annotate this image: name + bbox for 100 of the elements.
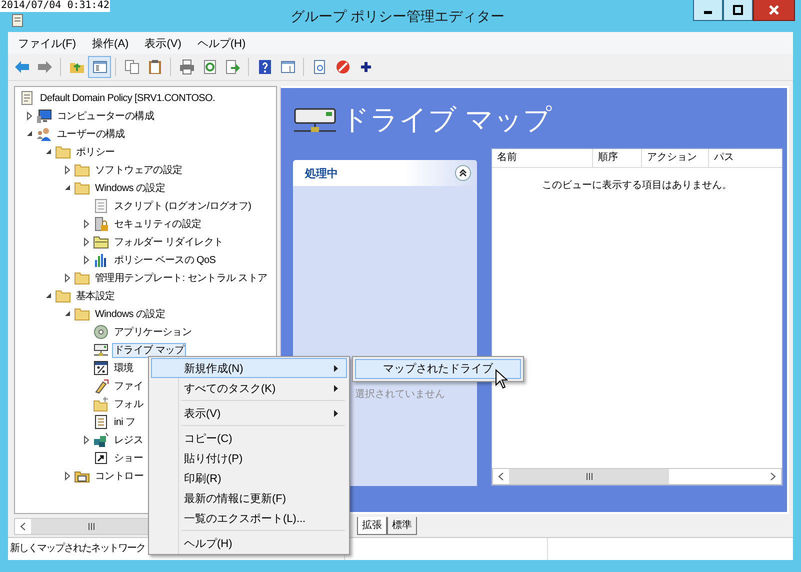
tree-item[interactable]: フォル: [112, 396, 146, 412]
tree-item[interactable]: 基本設定: [74, 288, 117, 304]
menu-item[interactable]: 表示(V): [136, 34, 190, 52]
document-icon: [93, 414, 109, 430]
expand-arrow-icon[interactable]: [62, 165, 72, 175]
expand-arrow-icon[interactable]: [24, 111, 34, 121]
tree-item[interactable]: フォルダー リダイレクト: [112, 234, 226, 250]
tree-item[interactable]: コンピューターの構成: [55, 108, 156, 124]
tree-item[interactable]: Windows の設定: [93, 180, 168, 196]
tree-item[interactable]: ドライブ マップ: [112, 342, 186, 358]
tree-item[interactable]: 管理用テンプレート: セントラル ストア: [93, 270, 270, 286]
tree-item[interactable]: ポリシー: [74, 144, 117, 160]
collapse-arrow-icon[interactable]: [44, 147, 52, 157]
view-tab[interactable]: 拡張: [357, 517, 387, 535]
pane-icon: [92, 59, 108, 75]
refresh-icon: [202, 59, 218, 75]
folder-icon: [74, 306, 90, 322]
tree-item[interactable]: ソフトウェアの設定: [93, 162, 184, 178]
tree-item[interactable]: レジス: [112, 432, 146, 448]
tree-item[interactable]: ini フ: [112, 414, 138, 430]
tree-item[interactable]: 環境: [112, 360, 136, 376]
horizontal-scrollbar[interactable]: [492, 468, 782, 485]
status-message: 選択されていません: [355, 388, 446, 401]
drive-icon: [93, 342, 109, 358]
task-pane-title: 処理中: [305, 166, 338, 180]
expand-arrow-icon[interactable]: [82, 255, 90, 265]
expand-arrow-icon[interactable]: [62, 471, 72, 481]
menu-item[interactable]: ファイル(F): [10, 34, 84, 52]
document-icon: [312, 59, 328, 75]
tree-item[interactable]: アプリケーション: [112, 324, 194, 340]
column-header[interactable]: 順序: [593, 149, 642, 167]
submenu-arrow-icon: [334, 384, 338, 392]
column-header[interactable]: 名前: [492, 149, 593, 167]
expand-arrow-icon[interactable]: [82, 237, 90, 247]
scroll-icon: [19, 90, 35, 106]
percent-icon: [93, 360, 109, 376]
column-header[interactable]: パス: [709, 149, 782, 167]
collapse-arrow-icon[interactable]: [62, 309, 72, 319]
stop-icon: [334, 59, 350, 75]
disc-icon: [93, 324, 109, 340]
mouse-cursor-icon: [495, 369, 508, 389]
menu-item[interactable]: すべてのタスク(K): [151, 378, 347, 398]
column-header[interactable]: アクション: [642, 149, 709, 167]
collapse-button[interactable]: [455, 165, 471, 181]
window-title: グループ ポリシー管理エディター: [290, 8, 506, 26]
tree-item[interactable]: セキュリティの設定: [112, 216, 204, 232]
menu-item[interactable]: ヘルプ(H): [189, 34, 254, 52]
expand-arrow-icon[interactable]: [82, 219, 90, 229]
pane-icon: [280, 59, 296, 75]
menu-item[interactable]: 最新の情報に更新(F): [151, 488, 347, 508]
menu-item[interactable]: 一覧のエクスポート(L)...: [151, 508, 347, 528]
expand-arrow-icon[interactable]: [82, 435, 90, 445]
menu-item[interactable]: 表示(V): [151, 403, 347, 423]
copy-icon: [124, 59, 140, 75]
clipboard-icon: [146, 59, 162, 75]
collapse-arrow-icon[interactable]: [62, 183, 72, 193]
tree-item[interactable]: コントロー: [93, 468, 146, 484]
menu-item[interactable]: 新規作成(N): [151, 358, 347, 378]
tree-item[interactable]: ポリシー ベースの QoS: [112, 252, 218, 268]
menu-item[interactable]: 印刷(R): [151, 468, 347, 488]
folder-icon: [74, 180, 90, 196]
bar-chart-icon: [93, 252, 109, 268]
tree-item[interactable]: Default Domain Policy [SRV1.CONTOSO.: [38, 90, 218, 106]
folder-icon: [55, 288, 71, 304]
maximize-button[interactable]: [723, 0, 753, 21]
cubes-icon: [93, 432, 109, 448]
tree-item[interactable]: ユーザーの構成: [55, 126, 127, 142]
folder-icon: [74, 162, 90, 178]
printer-icon: [178, 59, 194, 75]
app-icon: [10, 13, 26, 29]
pencil-icon: [93, 378, 109, 394]
maximize-icon: [733, 5, 743, 15]
folder-icon: [74, 270, 90, 286]
drive-icon: [293, 106, 337, 134]
menu-item[interactable]: 操作(A): [84, 34, 137, 52]
menu-item[interactable]: マップされたドライブ: [355, 359, 521, 379]
tree-item[interactable]: ファイ: [112, 378, 146, 394]
collapse-arrow-icon[interactable]: [44, 291, 52, 301]
export-icon: [224, 59, 240, 75]
users-icon: [36, 126, 52, 142]
scroll-left-icon[interactable]: [20, 522, 26, 530]
folder-icon: [55, 144, 71, 160]
arrow-left-icon: [14, 59, 30, 75]
tree-item[interactable]: スクリプト (ログオン/ログオフ): [112, 198, 254, 214]
scroll-left-icon[interactable]: [498, 472, 504, 481]
menu-item[interactable]: コピー(C): [151, 428, 347, 448]
submenu-arrow-icon: [334, 364, 338, 372]
expand-arrow-icon[interactable]: [62, 273, 72, 283]
folder-icon: [93, 396, 109, 412]
submenu-arrow-icon: [334, 410, 338, 416]
tree-item[interactable]: ショー: [112, 450, 146, 466]
view-tab[interactable]: 標準: [387, 517, 417, 535]
minimize-button[interactable]: [693, 0, 723, 21]
close-button[interactable]: [753, 0, 795, 21]
tree-item[interactable]: Windows の設定: [93, 306, 168, 322]
script-icon: [93, 198, 109, 214]
scroll-right-icon[interactable]: [770, 472, 776, 481]
menu-item[interactable]: 貼り付け(P): [151, 448, 347, 468]
shortcut-icon: [93, 450, 109, 466]
collapse-arrow-icon[interactable]: [24, 129, 34, 139]
